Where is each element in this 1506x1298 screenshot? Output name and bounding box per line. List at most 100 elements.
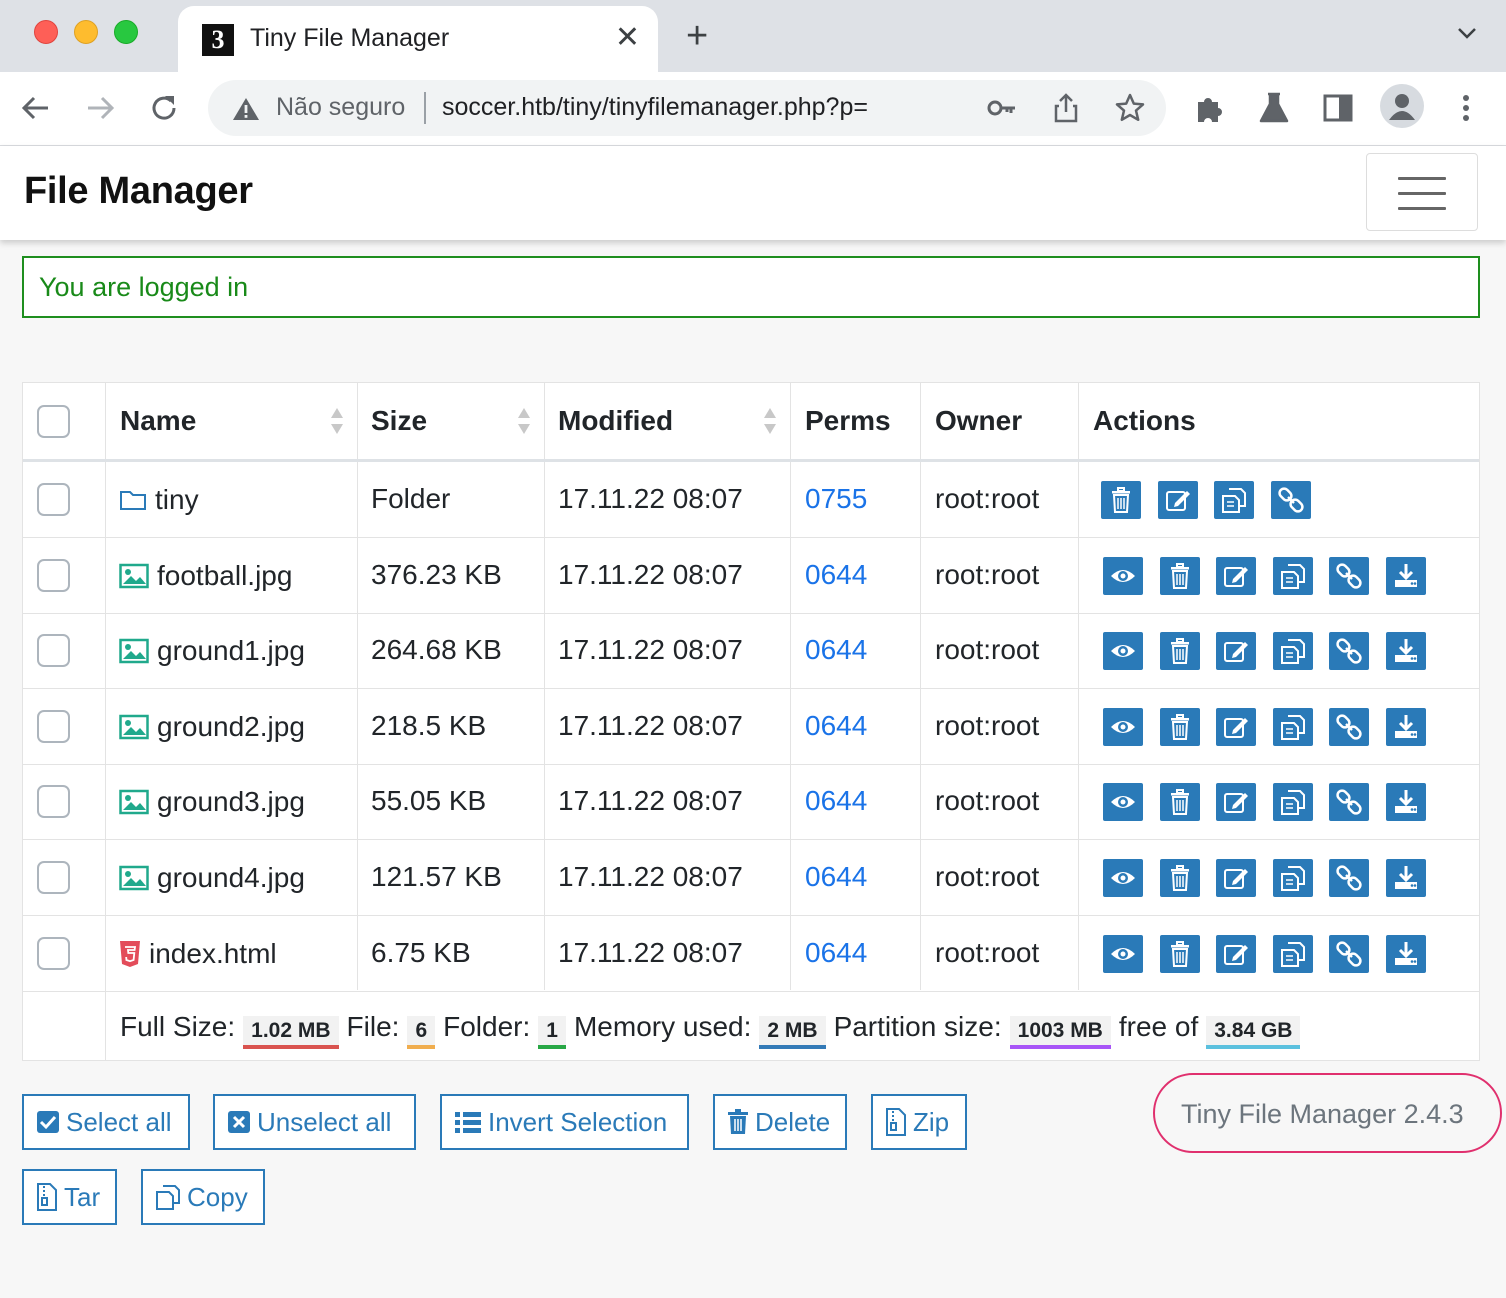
unselect-all-button[interactable]: Unselect all bbox=[213, 1094, 416, 1150]
download-button[interactable] bbox=[1386, 632, 1426, 670]
row-checkbox[interactable] bbox=[37, 634, 70, 667]
row-checkbox[interactable] bbox=[37, 559, 70, 592]
extensions-puzzle-icon[interactable] bbox=[1192, 90, 1228, 126]
download-button[interactable] bbox=[1386, 708, 1426, 746]
view-eye-button[interactable] bbox=[1103, 708, 1143, 746]
browser-tab[interactable]: 3 Tiny File Manager ✕ bbox=[178, 6, 658, 72]
menu-toggle-button[interactable] bbox=[1366, 153, 1478, 231]
url-text[interactable]: soccer.htb/tiny/tinyfilemanager.php?p= bbox=[442, 93, 868, 122]
copy-button[interactable] bbox=[1273, 708, 1313, 746]
file-name-link[interactable]: tiny bbox=[119, 482, 199, 518]
sort-icon[interactable] bbox=[516, 405, 532, 437]
new-tab-button[interactable]: + bbox=[686, 16, 708, 56]
side-panel-icon[interactable] bbox=[1320, 90, 1356, 126]
delete-trash-button[interactable] bbox=[1160, 708, 1200, 746]
invert-selection-button[interactable]: Invert Selection bbox=[440, 1094, 689, 1150]
direct-link-button[interactable] bbox=[1329, 557, 1369, 595]
file-name-link[interactable]: football.jpg bbox=[119, 558, 292, 594]
rename-edit-button[interactable] bbox=[1216, 935, 1256, 973]
file-perms-link[interactable]: 0644 bbox=[805, 861, 867, 893]
file-name-link[interactable]: ground1.jpg bbox=[119, 633, 305, 669]
file-perms-link[interactable]: 0644 bbox=[805, 559, 867, 591]
key-icon[interactable] bbox=[986, 92, 1018, 124]
delete-trash-button[interactable] bbox=[1160, 935, 1200, 973]
copy-button[interactable] bbox=[1273, 557, 1313, 595]
version-badge[interactable]: Tiny File Manager 2.4.3 bbox=[1153, 1073, 1502, 1153]
view-eye-button[interactable] bbox=[1103, 557, 1143, 595]
copy-button[interactable] bbox=[1214, 481, 1254, 519]
chevron-down-icon[interactable] bbox=[1456, 22, 1478, 44]
select-all-checkbox[interactable] bbox=[37, 405, 70, 438]
header-size[interactable]: Size bbox=[371, 405, 427, 437]
delete-trash-button[interactable] bbox=[1160, 557, 1200, 595]
file-name-link[interactable]: ground2.jpg bbox=[119, 709, 305, 745]
delete-button[interactable]: Delete bbox=[713, 1094, 847, 1150]
file-name-link[interactable]: ground3.jpg bbox=[119, 784, 305, 820]
download-button[interactable] bbox=[1386, 557, 1426, 595]
file-perms-link[interactable]: 0755 bbox=[805, 483, 867, 515]
delete-trash-button[interactable] bbox=[1101, 481, 1141, 519]
delete-trash-button[interactable] bbox=[1160, 859, 1200, 897]
not-secure-label[interactable]: Não seguro bbox=[276, 93, 405, 122]
share-icon[interactable] bbox=[1050, 92, 1082, 124]
maximize-window-button[interactable] bbox=[114, 20, 138, 44]
file-name-link[interactable]: ground4.jpg bbox=[119, 860, 305, 896]
direct-link-button[interactable] bbox=[1329, 859, 1369, 897]
rename-edit-button[interactable] bbox=[1216, 632, 1256, 670]
zip-button[interactable]: Zip bbox=[871, 1094, 967, 1150]
view-eye-button[interactable] bbox=[1103, 935, 1143, 973]
rename-edit-button[interactable] bbox=[1216, 557, 1256, 595]
sort-icon[interactable] bbox=[762, 405, 778, 437]
rename-edit-button[interactable] bbox=[1158, 481, 1198, 519]
view-eye-button[interactable] bbox=[1103, 859, 1143, 897]
back-arrow-icon[interactable] bbox=[18, 90, 54, 126]
copy-button[interactable]: Copy bbox=[141, 1169, 265, 1225]
tab-close-icon[interactable]: ✕ bbox=[615, 20, 640, 56]
sort-icon[interactable] bbox=[329, 405, 345, 437]
app-brand[interactable]: File Manager bbox=[24, 170, 253, 213]
copy-button[interactable] bbox=[1273, 783, 1313, 821]
more-vertical-icon[interactable] bbox=[1448, 90, 1484, 126]
download-button[interactable] bbox=[1386, 859, 1426, 897]
file-name-link[interactable]: index.html bbox=[119, 936, 277, 972]
labs-flask-icon[interactable] bbox=[1256, 90, 1292, 126]
forward-arrow-icon[interactable] bbox=[82, 90, 118, 126]
file-perms-link[interactable]: 0644 bbox=[805, 937, 867, 969]
copy-button[interactable] bbox=[1273, 859, 1313, 897]
row-checkbox[interactable] bbox=[37, 483, 70, 516]
view-eye-button[interactable] bbox=[1103, 783, 1143, 821]
row-checkbox[interactable] bbox=[37, 861, 70, 894]
profile-avatar[interactable] bbox=[1380, 84, 1424, 128]
delete-trash-button[interactable] bbox=[1160, 783, 1200, 821]
view-eye-button[interactable] bbox=[1103, 632, 1143, 670]
header-modified[interactable]: Modified bbox=[558, 405, 673, 437]
rename-edit-button[interactable] bbox=[1216, 859, 1256, 897]
file-perms-link[interactable]: 0644 bbox=[805, 785, 867, 817]
menu-line bbox=[1398, 207, 1446, 210]
file-perms-link[interactable]: 0644 bbox=[805, 710, 867, 742]
header-name[interactable]: Name bbox=[120, 405, 196, 437]
direct-link-button[interactable] bbox=[1271, 481, 1311, 519]
select-all-button[interactable]: Select all bbox=[22, 1094, 190, 1150]
row-checkbox[interactable] bbox=[37, 710, 70, 743]
direct-link-button[interactable] bbox=[1329, 708, 1369, 746]
row-checkbox[interactable] bbox=[37, 785, 70, 818]
copy-button[interactable] bbox=[1273, 935, 1313, 973]
direct-link-button[interactable] bbox=[1329, 935, 1369, 973]
rename-edit-button[interactable] bbox=[1216, 783, 1256, 821]
delete-trash-button[interactable] bbox=[1160, 632, 1200, 670]
download-button[interactable] bbox=[1386, 935, 1426, 973]
rename-edit-button[interactable] bbox=[1216, 708, 1256, 746]
copy-button[interactable] bbox=[1273, 632, 1313, 670]
file-perms-link[interactable]: 0644 bbox=[805, 634, 867, 666]
row-checkbox[interactable] bbox=[37, 937, 70, 970]
bookmark-star-icon[interactable] bbox=[1114, 92, 1146, 124]
close-window-button[interactable] bbox=[34, 20, 58, 44]
direct-link-button[interactable] bbox=[1329, 783, 1369, 821]
tar-button[interactable]: Tar bbox=[22, 1169, 117, 1225]
address-bar[interactable]: Não seguro soccer.htb/tiny/tinyfilemanag… bbox=[208, 80, 1166, 136]
download-button[interactable] bbox=[1386, 783, 1426, 821]
direct-link-button[interactable] bbox=[1329, 632, 1369, 670]
reload-icon[interactable] bbox=[146, 90, 182, 126]
minimize-window-button[interactable] bbox=[74, 20, 98, 44]
